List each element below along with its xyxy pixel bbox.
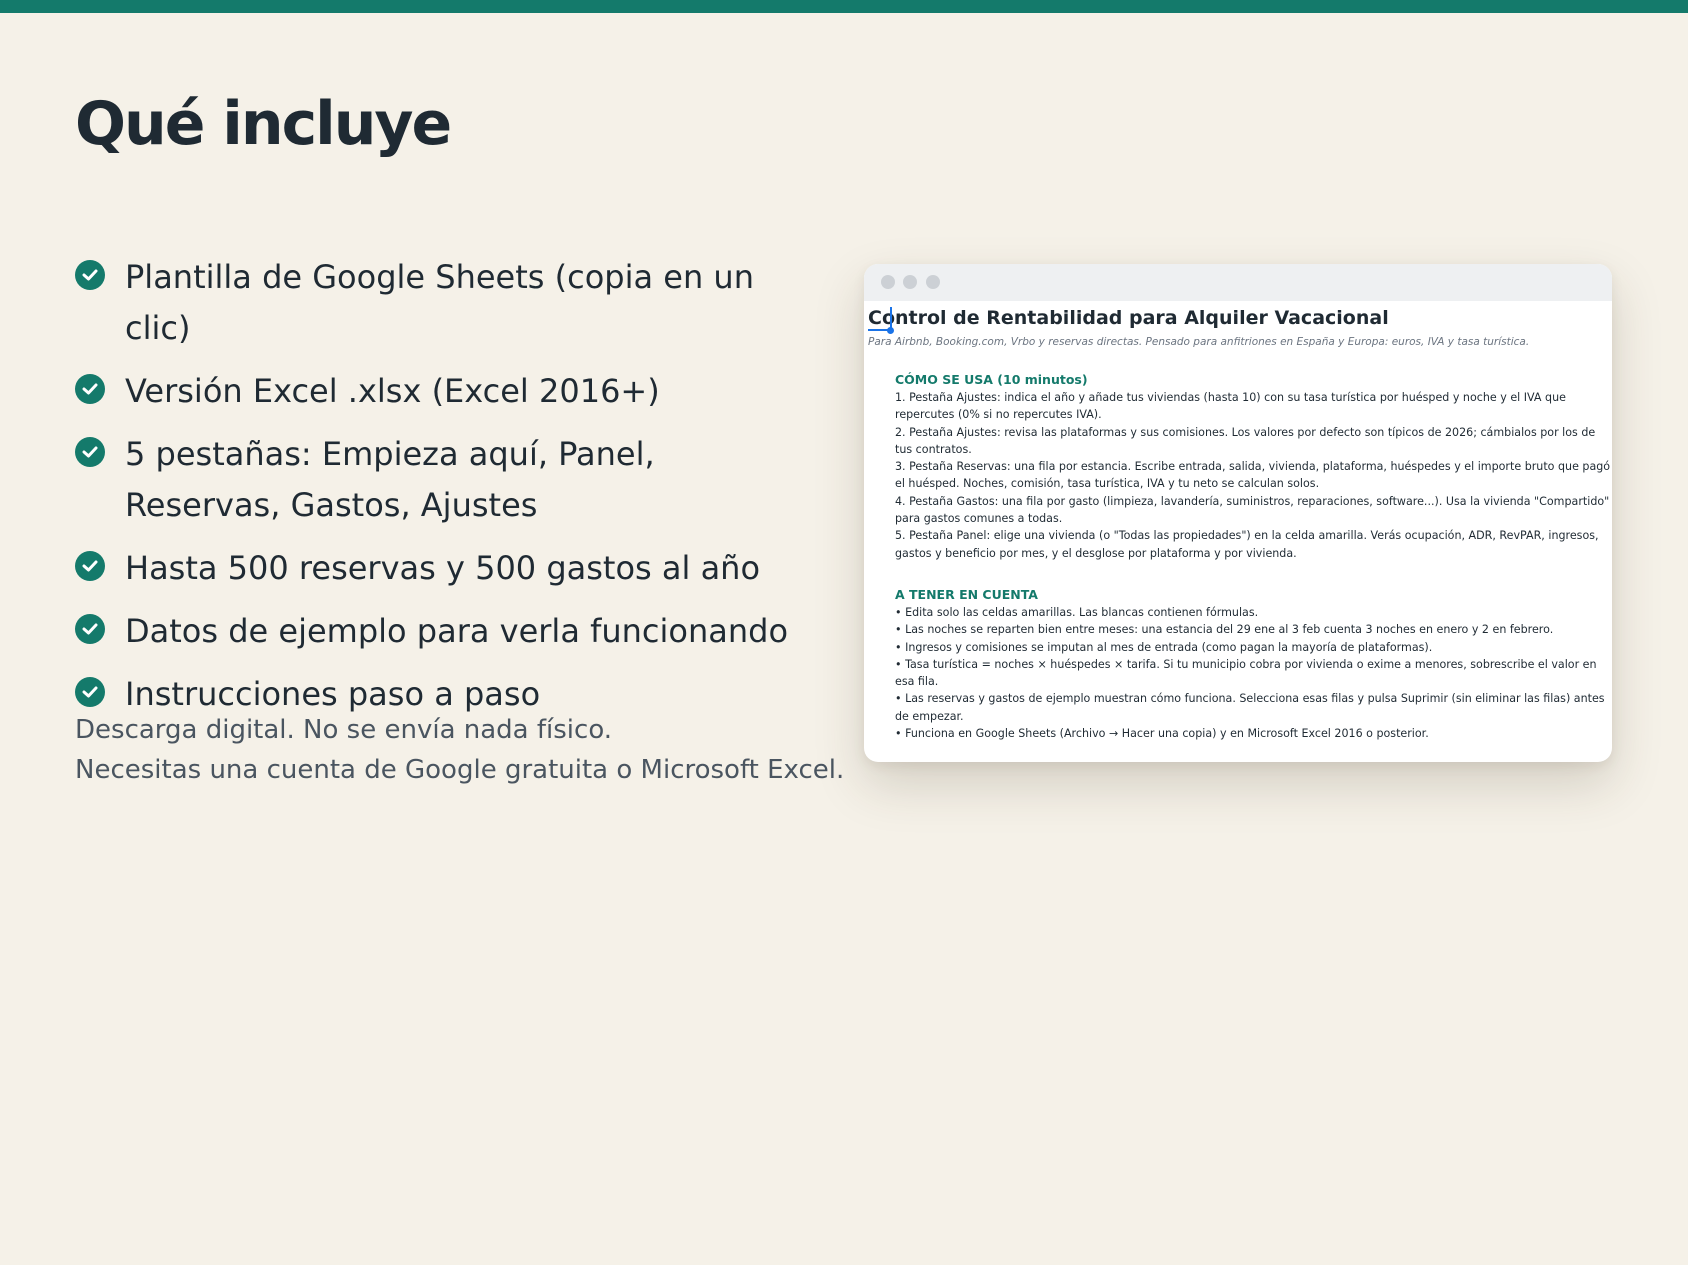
note-item: • Las reservas y gastos de ejemplo muest… xyxy=(895,692,1605,723)
page-title: Qué incluye xyxy=(75,89,452,159)
check-circle-icon xyxy=(75,260,105,290)
notes-heading: A TENER EN CUENTA xyxy=(895,586,1038,602)
window-dot-icon xyxy=(926,275,940,289)
how-to-step: 2. Pestaña Ajustes: revisa las plataform… xyxy=(895,425,1596,456)
feature-text: 5 pestañas: Empieza aquí, Panel, Reserva… xyxy=(125,435,655,524)
window-title-bar xyxy=(864,264,1612,301)
how-to-heading: CÓMO SE USA (10 minutos) xyxy=(895,372,1088,387)
how-to-step: 3. Pestaña Reservas: una fila por estanc… xyxy=(895,460,1611,491)
check-circle-icon xyxy=(75,551,105,581)
sheet-title-text: Control de Rentabilidad para Alquiler Va… xyxy=(868,307,1389,329)
feature-text: Plantilla de Google Sheets (copia en un … xyxy=(125,258,754,347)
feature-list: Plantilla de Google Sheets (copia en un … xyxy=(75,252,815,732)
note-item: • Las noches se reparten bien entre mese… xyxy=(895,623,1554,637)
note-item: • Funciona en Google Sheets (Archivo → H… xyxy=(895,727,1429,741)
note-item: • Ingresos y comisiones se imputan al me… xyxy=(895,640,1433,654)
how-to-step: 1. Pestaña Ajustes: indica el año y añad… xyxy=(895,391,1566,422)
spreadsheet-preview-window: Control de Rentabilidad para Alquiler Va… xyxy=(864,264,1612,762)
check-circle-icon xyxy=(75,677,105,707)
feature-item: 5 pestañas: Empieza aquí, Panel, Reserva… xyxy=(75,429,815,531)
note-item: • Tasa turística = noches × huéspedes × … xyxy=(895,657,1597,689)
delivery-note-line: Descarga digital. No se envía nada físic… xyxy=(75,715,613,745)
feature-item: Plantilla de Google Sheets (copia en un … xyxy=(75,252,815,354)
requirement-note-line: Necesitas una cuenta de Google gratuita … xyxy=(75,755,845,785)
feature-item: Datos de ejemplo para verla funcionando xyxy=(75,606,815,657)
top-accent-bar xyxy=(0,0,1688,13)
delivery-note: Descarga digital. No se envía nada físic… xyxy=(75,710,844,790)
feature-text: Hasta 500 reservas y 500 gastos al año xyxy=(125,549,761,587)
check-circle-icon xyxy=(75,614,105,644)
sheet-content: Control de Rentabilidad para Alquiler Va… xyxy=(864,301,1612,742)
check-circle-icon xyxy=(75,437,105,467)
feature-text: Versión Excel .xlsx (Excel 2016+) xyxy=(125,372,660,410)
selection-handle[interactable] xyxy=(887,327,894,334)
how-to-section: CÓMO SE USA (10 minutos) 1. Pestaña Ajus… xyxy=(895,371,1612,562)
window-dot-icon xyxy=(903,275,917,289)
how-to-step: 5. Pestaña Panel: elige una vivienda (o … xyxy=(895,529,1599,560)
feature-text: Datos de ejemplo para verla funcionando xyxy=(125,612,789,650)
feature-item: Hasta 500 reservas y 500 gastos al año xyxy=(75,543,815,594)
sheet-subtitle: Para Airbnb, Booking.com, Vrbo y reserva… xyxy=(868,336,1530,348)
feature-item: Versión Excel .xlsx (Excel 2016+) xyxy=(75,366,815,417)
how-to-step: 4. Pestaña Gastos: una fila por gasto (l… xyxy=(895,494,1610,526)
note-item: • Edita solo las celdas amarillas. Las b… xyxy=(895,605,1259,619)
feature-text: Instrucciones paso a paso xyxy=(125,675,541,713)
window-dot-icon xyxy=(881,275,895,289)
check-circle-icon xyxy=(75,374,105,404)
sheet-title-cell[interactable]: Control de Rentabilidad para Alquiler Va… xyxy=(868,305,1612,334)
notes-section: A TENER EN CUENTA • Edita solo las celda… xyxy=(895,586,1612,742)
